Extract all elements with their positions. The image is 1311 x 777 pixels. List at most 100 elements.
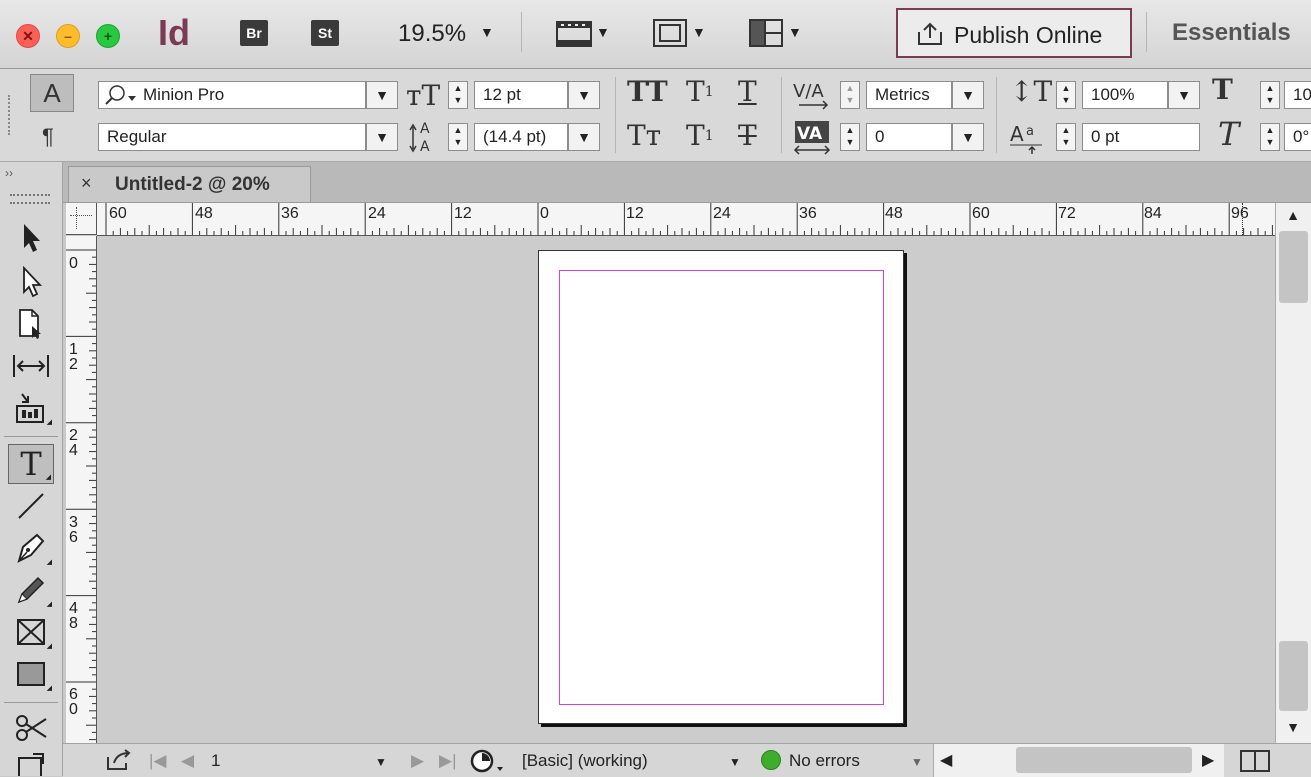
first-page-icon[interactable]: |◀ [149,751,167,771]
scroll-up-arrow-icon[interactable]: ▲ [1278,205,1308,225]
divider [1146,12,1147,52]
font-family-dropdown[interactable]: ▼ [366,81,398,109]
gap-tool[interactable] [8,346,54,386]
kerning-stepper[interactable]: ▲ ▼ [840,81,860,109]
tracking-field[interactable]: 0 [866,123,952,151]
tracking-stepper[interactable]: ▲ ▼ [840,123,860,151]
pencil-tool[interactable]: ◢ [8,570,54,610]
strikethrough-button[interactable]: T [738,121,757,151]
document-tab-title: Untitled-2 @ 20% [115,174,270,195]
search-icon[interactable] [104,84,138,106]
skew-field[interactable]: 0° [1284,123,1311,151]
vertical-scale-field[interactable]: 100% [1082,81,1168,109]
horizontal-scale-icon: T [1212,73,1233,106]
zoom-level[interactable]: 19.5% [398,20,466,48]
horizontal-scroll-thumb[interactable] [1016,747,1192,773]
leading-dropdown[interactable]: ▼ [568,123,600,151]
go-to-bridge-button[interactable]: Br [240,20,268,46]
chevron-down-icon[interactable]: ▼ [788,24,802,40]
previous-page-icon[interactable]: ◀ [181,751,194,771]
font-size-field[interactable]: 12 pt [474,81,568,109]
minimize-window-button[interactable]: – [56,24,80,48]
workspace-switcher[interactable]: Essentials [1172,19,1291,47]
search-adobe-stock-button[interactable]: St [311,20,339,46]
scroll-track-segment[interactable] [1279,641,1308,711]
font-size-stepper[interactable]: ▲ ▼ [448,81,468,109]
publish-online-button[interactable]: Publish Online [896,8,1132,58]
chevron-down-icon[interactable]: ▼ [692,24,706,40]
clock-icon[interactable] [469,748,505,774]
preflight-errors[interactable]: No errors [789,751,860,771]
scroll-left-arrow-icon[interactable]: ◀ [940,750,952,770]
last-page-icon[interactable]: ▶| [439,751,457,771]
subscript-button[interactable]: T1 [686,121,714,151]
preflight-profile[interactable]: [Basic] (working) [522,751,648,771]
leading-field[interactable]: (14.4 pt) [474,123,568,151]
font-size-dropdown[interactable]: ▼ [568,81,600,109]
zoom-window-button[interactable]: + [96,24,120,48]
collapse-panel-icon[interactable]: ›› [5,166,13,180]
view-options-button[interactable] [556,20,592,53]
preflight-profile-dropdown-icon[interactable]: ▼ [729,755,741,769]
page-number-field[interactable]: 1 [211,751,220,771]
vertical-scale-dropdown[interactable]: ▼ [1168,81,1200,109]
scroll-thumb[interactable] [1279,231,1308,303]
tracking-dropdown[interactable]: ▼ [952,123,984,151]
rectangle-tool[interactable]: ◢ [8,654,54,694]
baseline-shift-stepper[interactable]: ▲ ▼ [1056,123,1076,151]
horizontal-scrollbar[interactable]: ◀ ▶ [933,744,1224,777]
panel-grip[interactable] [10,194,50,204]
font-family-field[interactable]: Minion Pro [98,81,366,109]
rectangle-frame-tool[interactable]: ◢ [8,612,54,652]
line-tool[interactable] [8,486,54,526]
horizontal-scale-field[interactable]: 10 [1284,81,1311,109]
font-style-dropdown[interactable]: ▼ [366,123,398,151]
all-caps-button[interactable]: TT [627,77,668,107]
preflight-menu-dropdown-icon[interactable]: ▼ [911,755,923,769]
close-tab-icon[interactable]: × [81,173,92,194]
vertical-scale-stepper[interactable]: ▲ ▼ [1056,81,1076,109]
close-window-button[interactable]: ✕ [16,24,40,48]
skew-stepper[interactable]: ▲ ▼ [1260,123,1280,151]
underline-button[interactable]: T [738,77,757,107]
screen-mode-button[interactable] [652,18,688,53]
document-tab[interactable]: × Untitled-2 @ 20% [68,166,311,202]
pen-tool[interactable]: ◢ [8,528,54,568]
horizontal-scale-stepper[interactable]: ▲ ▼ [1260,81,1280,109]
superscript-button[interactable]: T1 [686,77,714,107]
arrange-documents-button[interactable] [748,18,784,53]
panel-grip[interactable] [8,95,14,135]
next-page-icon[interactable]: ▶ [411,751,424,771]
selection-tool[interactable] [8,218,54,258]
paragraph-controls-toggle[interactable]: ¶ [42,124,54,150]
free-transform-tool[interactable] [8,752,54,776]
type-tool[interactable]: T ◢ [8,444,54,484]
scroll-down-arrow-icon[interactable]: ▼ [1278,717,1308,737]
page-tool[interactable] [8,304,54,344]
flyout-icon: ◢ [46,643,52,650]
content-collector-tool[interactable]: ◢ [8,388,54,428]
ruler-label: 96 [1231,205,1249,222]
font-style-field[interactable]: Regular [98,123,366,151]
small-caps-button[interactable]: Tᴛ [627,121,661,151]
kerning-dropdown[interactable]: ▼ [952,81,984,109]
open-page-icon[interactable] [105,749,133,771]
vertical-ruler[interactable]: 0 1 2 2 4 3 6 4 8 6 0 [66,236,97,743]
character-controls-toggle[interactable]: A [30,74,74,112]
split-window-icon[interactable] [1239,749,1271,773]
ruler-origin-guide-h [70,215,92,217]
page-number-dropdown-icon[interactable]: ▼ [375,755,387,769]
scroll-right-arrow-icon[interactable]: ▶ [1202,750,1214,770]
ruler-label: 0 [69,255,78,272]
leading-stepper[interactable]: ▲ ▼ [448,123,468,151]
font-size-icon: ᴛT [406,79,441,112]
kerning-field[interactable]: Metrics [866,81,952,109]
vertical-scrollbar[interactable]: ▲ ▼ [1275,203,1311,743]
baseline-shift-field[interactable]: 0 pt [1082,123,1200,151]
horizontal-ruler[interactable]: 60 48 36 24 12 0 12 24 36 48 60 72 84 96 [97,203,1275,236]
zoom-dropdown-icon[interactable]: ▼ [480,24,494,40]
scissors-tool[interactable] [8,708,54,748]
ruler-origin[interactable] [66,203,97,235]
chevron-down-icon[interactable]: ▼ [596,24,610,40]
direct-selection-tool[interactable] [8,262,54,302]
